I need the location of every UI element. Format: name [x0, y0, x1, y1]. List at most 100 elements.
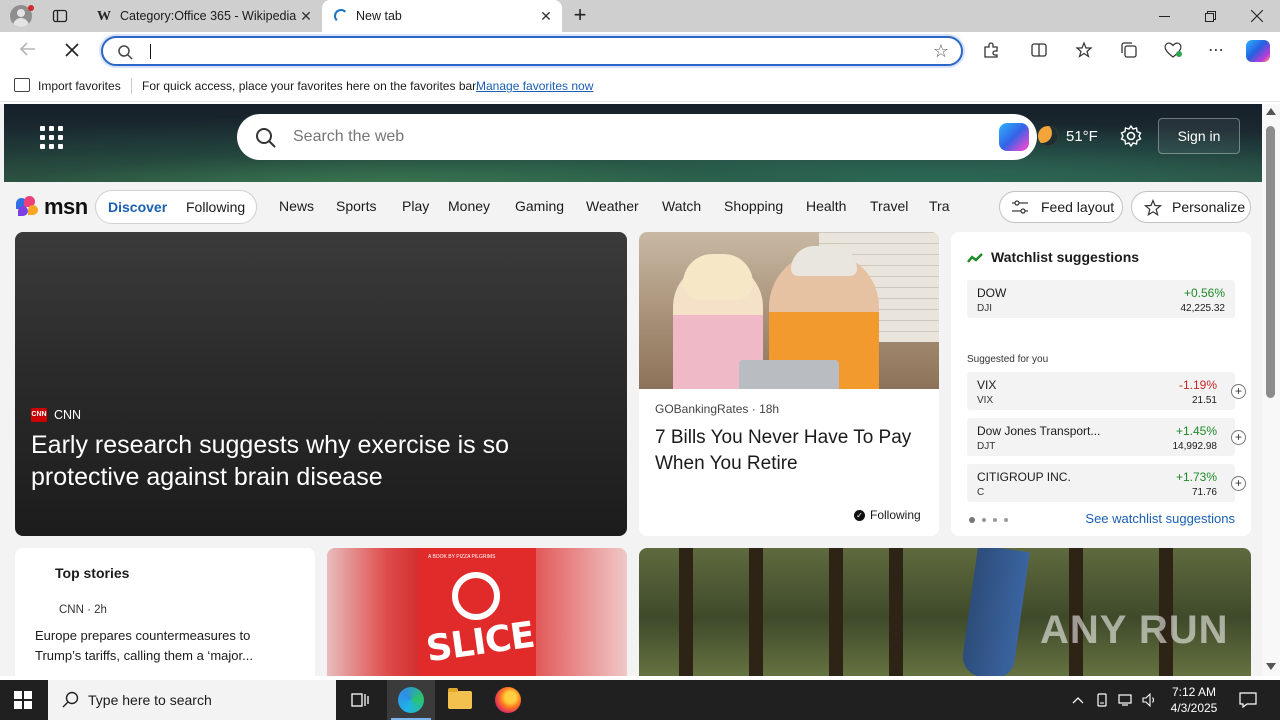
back-button[interactable] [16, 40, 40, 62]
taskbar-edge[interactable] [387, 680, 435, 720]
tab-title: Category:Office 365 - Wikipedia [120, 9, 297, 23]
top-stories-title: Top stories [55, 565, 130, 581]
tab-new-tab[interactable]: New tab ✕ [322, 0, 562, 32]
stock-row[interactable]: Dow Jones Transport... DJT +1.45% 14,992… [967, 418, 1246, 456]
minimize-button[interactable] [1141, 0, 1187, 32]
stock-ticker: C [977, 487, 985, 498]
nav-gaming[interactable]: Gaming [515, 198, 564, 214]
book-cover-image: A BOOK BY PIZZA PILGRIMS SLICE [418, 548, 537, 676]
back-arrow-icon [19, 42, 35, 56]
manage-favorites-link[interactable]: Manage favorites now [476, 79, 593, 93]
close-window-button[interactable] [1234, 0, 1280, 32]
new-tab-button[interactable]: + [570, 4, 590, 26]
taskbar-search[interactable]: Type here to search [48, 680, 336, 720]
tray-device-icon[interactable] [1092, 680, 1112, 720]
tab-close-icon[interactable]: ✕ [298, 8, 314, 24]
taskbar-file-explorer[interactable] [436, 680, 484, 720]
nav-health[interactable]: Health [806, 198, 846, 214]
tab-discover[interactable]: Discover [108, 199, 167, 215]
stock-symbol: VIX [977, 378, 997, 392]
moon-weather-icon[interactable] [1038, 126, 1058, 146]
stock-change: -1.19% [1178, 378, 1217, 392]
tray-network-icon[interactable] [1116, 680, 1136, 720]
nav-traffic[interactable]: Traffic [929, 198, 950, 214]
nav-money[interactable]: Money [448, 198, 490, 214]
source-name: CNN [54, 408, 82, 422]
heartbeat-icon [1164, 42, 1182, 58]
story-headline[interactable]: 7 Bills You Never Have To Pay When You R… [655, 425, 925, 477]
stock-row[interactable]: CITIGROUP INC. C +1.73% 71.76 + [967, 464, 1246, 502]
stock-symbol: Dow Jones Transport... [977, 424, 1101, 438]
page-scrollbar[interactable] [1262, 104, 1280, 676]
nav-watch[interactable]: Watch [662, 198, 701, 214]
tab-actions-icon[interactable] [52, 8, 68, 24]
personalize-button[interactable]: Personalize [1131, 191, 1251, 223]
nav-play[interactable]: Play [402, 198, 429, 214]
nav-weather[interactable]: Weather [586, 198, 639, 214]
tab-wikipedia[interactable]: W Category:Office 365 - Wikipedia ✕ [86, 0, 322, 32]
stock-ticker: DJI [977, 303, 992, 314]
stop-loading-button[interactable] [60, 40, 84, 62]
hero-headline[interactable]: Early research suggests why exercise is … [31, 429, 621, 493]
following-badge[interactable]: ✓ Following [854, 508, 921, 522]
see-watchlist-link[interactable]: See watchlist suggestions [1085, 511, 1235, 526]
favorites-button[interactable] [1074, 41, 1094, 61]
browser-toolbar: ☆ ⋯ [0, 32, 1280, 70]
extensions-button[interactable] [981, 41, 1001, 61]
tray-volume-icon[interactable] [1140, 680, 1160, 720]
scrollbar-thumb[interactable] [1266, 126, 1275, 398]
nav-shopping[interactable]: Shopping [724, 198, 783, 214]
story-image [639, 232, 939, 389]
notification-center-button[interactable] [1236, 680, 1260, 720]
collections-button[interactable] [1119, 41, 1139, 61]
sign-in-button[interactable]: Sign in [1158, 118, 1240, 154]
taskbar-firefox[interactable] [484, 680, 532, 720]
volume-icon [1142, 693, 1155, 707]
nav-news[interactable]: News [279, 198, 314, 214]
web-search-box[interactable]: Search the web [237, 114, 1037, 160]
story-card[interactable]: GOBankingRates · 18h 7 Bills You Never H… [639, 232, 939, 536]
show-hidden-icons-button[interactable] [1068, 680, 1088, 720]
browser-essentials-button[interactable] [1163, 41, 1183, 61]
following-label: Following [870, 508, 921, 522]
stock-row[interactable]: VIX VIX -1.19% 21.51 + [967, 372, 1246, 410]
favorite-star-icon[interactable]: ☆ [933, 41, 949, 62]
add-to-watchlist-icon[interactable]: + [1231, 384, 1246, 399]
story-headline[interactable]: Europe prepares countermeasures to Trump… [35, 626, 297, 666]
scroll-down-icon[interactable] [1266, 663, 1276, 670]
nav-sports[interactable]: Sports [336, 198, 376, 214]
import-favorites-button[interactable]: Import favorites [38, 79, 121, 93]
temperature[interactable]: 51°F [1066, 128, 1098, 145]
carousel-dots[interactable] [969, 517, 1008, 523]
msn-logo[interactable]: msn [16, 194, 88, 220]
search-icon [256, 128, 276, 148]
stock-row[interactable]: DOW DJI +0.56% 42,225.32 [967, 280, 1235, 318]
gear-icon[interactable] [1119, 124, 1143, 148]
settings-and-more-button[interactable]: ⋯ [1206, 41, 1226, 61]
favorites-bar: Import favorites For quick access, place… [0, 70, 1280, 102]
scroll-up-icon[interactable] [1266, 108, 1276, 115]
windows-start-icon[interactable] [14, 691, 32, 709]
hero-story-card[interactable]: CNN CNN Early research suggests why exer… [15, 232, 627, 536]
task-view-icon [351, 693, 369, 707]
add-to-watchlist-icon[interactable]: + [1231, 476, 1246, 491]
tab-following[interactable]: Following [186, 199, 245, 215]
restore-button[interactable] [1187, 0, 1233, 32]
add-to-watchlist-icon[interactable]: + [1231, 430, 1246, 445]
apps-launcher-icon[interactable] [40, 126, 64, 150]
copilot-icon[interactable] [1246, 40, 1270, 62]
address-bar[interactable]: ☆ [101, 36, 963, 66]
clock-date: 4/3/2025 [1170, 701, 1218, 715]
split-screen-button[interactable] [1029, 41, 1049, 61]
tab-close-icon[interactable]: ✕ [538, 8, 554, 24]
category-list: News Sports Play Money Gaming Weather Wa… [272, 182, 950, 230]
taskbar-search-placeholder: Type here to search [88, 692, 212, 708]
copilot-search-icon[interactable] [999, 123, 1029, 151]
task-view-button[interactable] [336, 680, 384, 720]
taskbar-clock[interactable]: 7:12 AM 4/3/2025 [1158, 684, 1230, 716]
book-promo-card[interactable]: A BOOK BY PIZZA PILGRIMS SLICE [327, 548, 627, 676]
nav-travel[interactable]: Travel [870, 198, 908, 214]
feed-layout-button[interactable]: Feed layout [999, 191, 1123, 223]
loading-spinner-icon [334, 9, 348, 23]
msn-wordmark: msn [44, 194, 88, 219]
